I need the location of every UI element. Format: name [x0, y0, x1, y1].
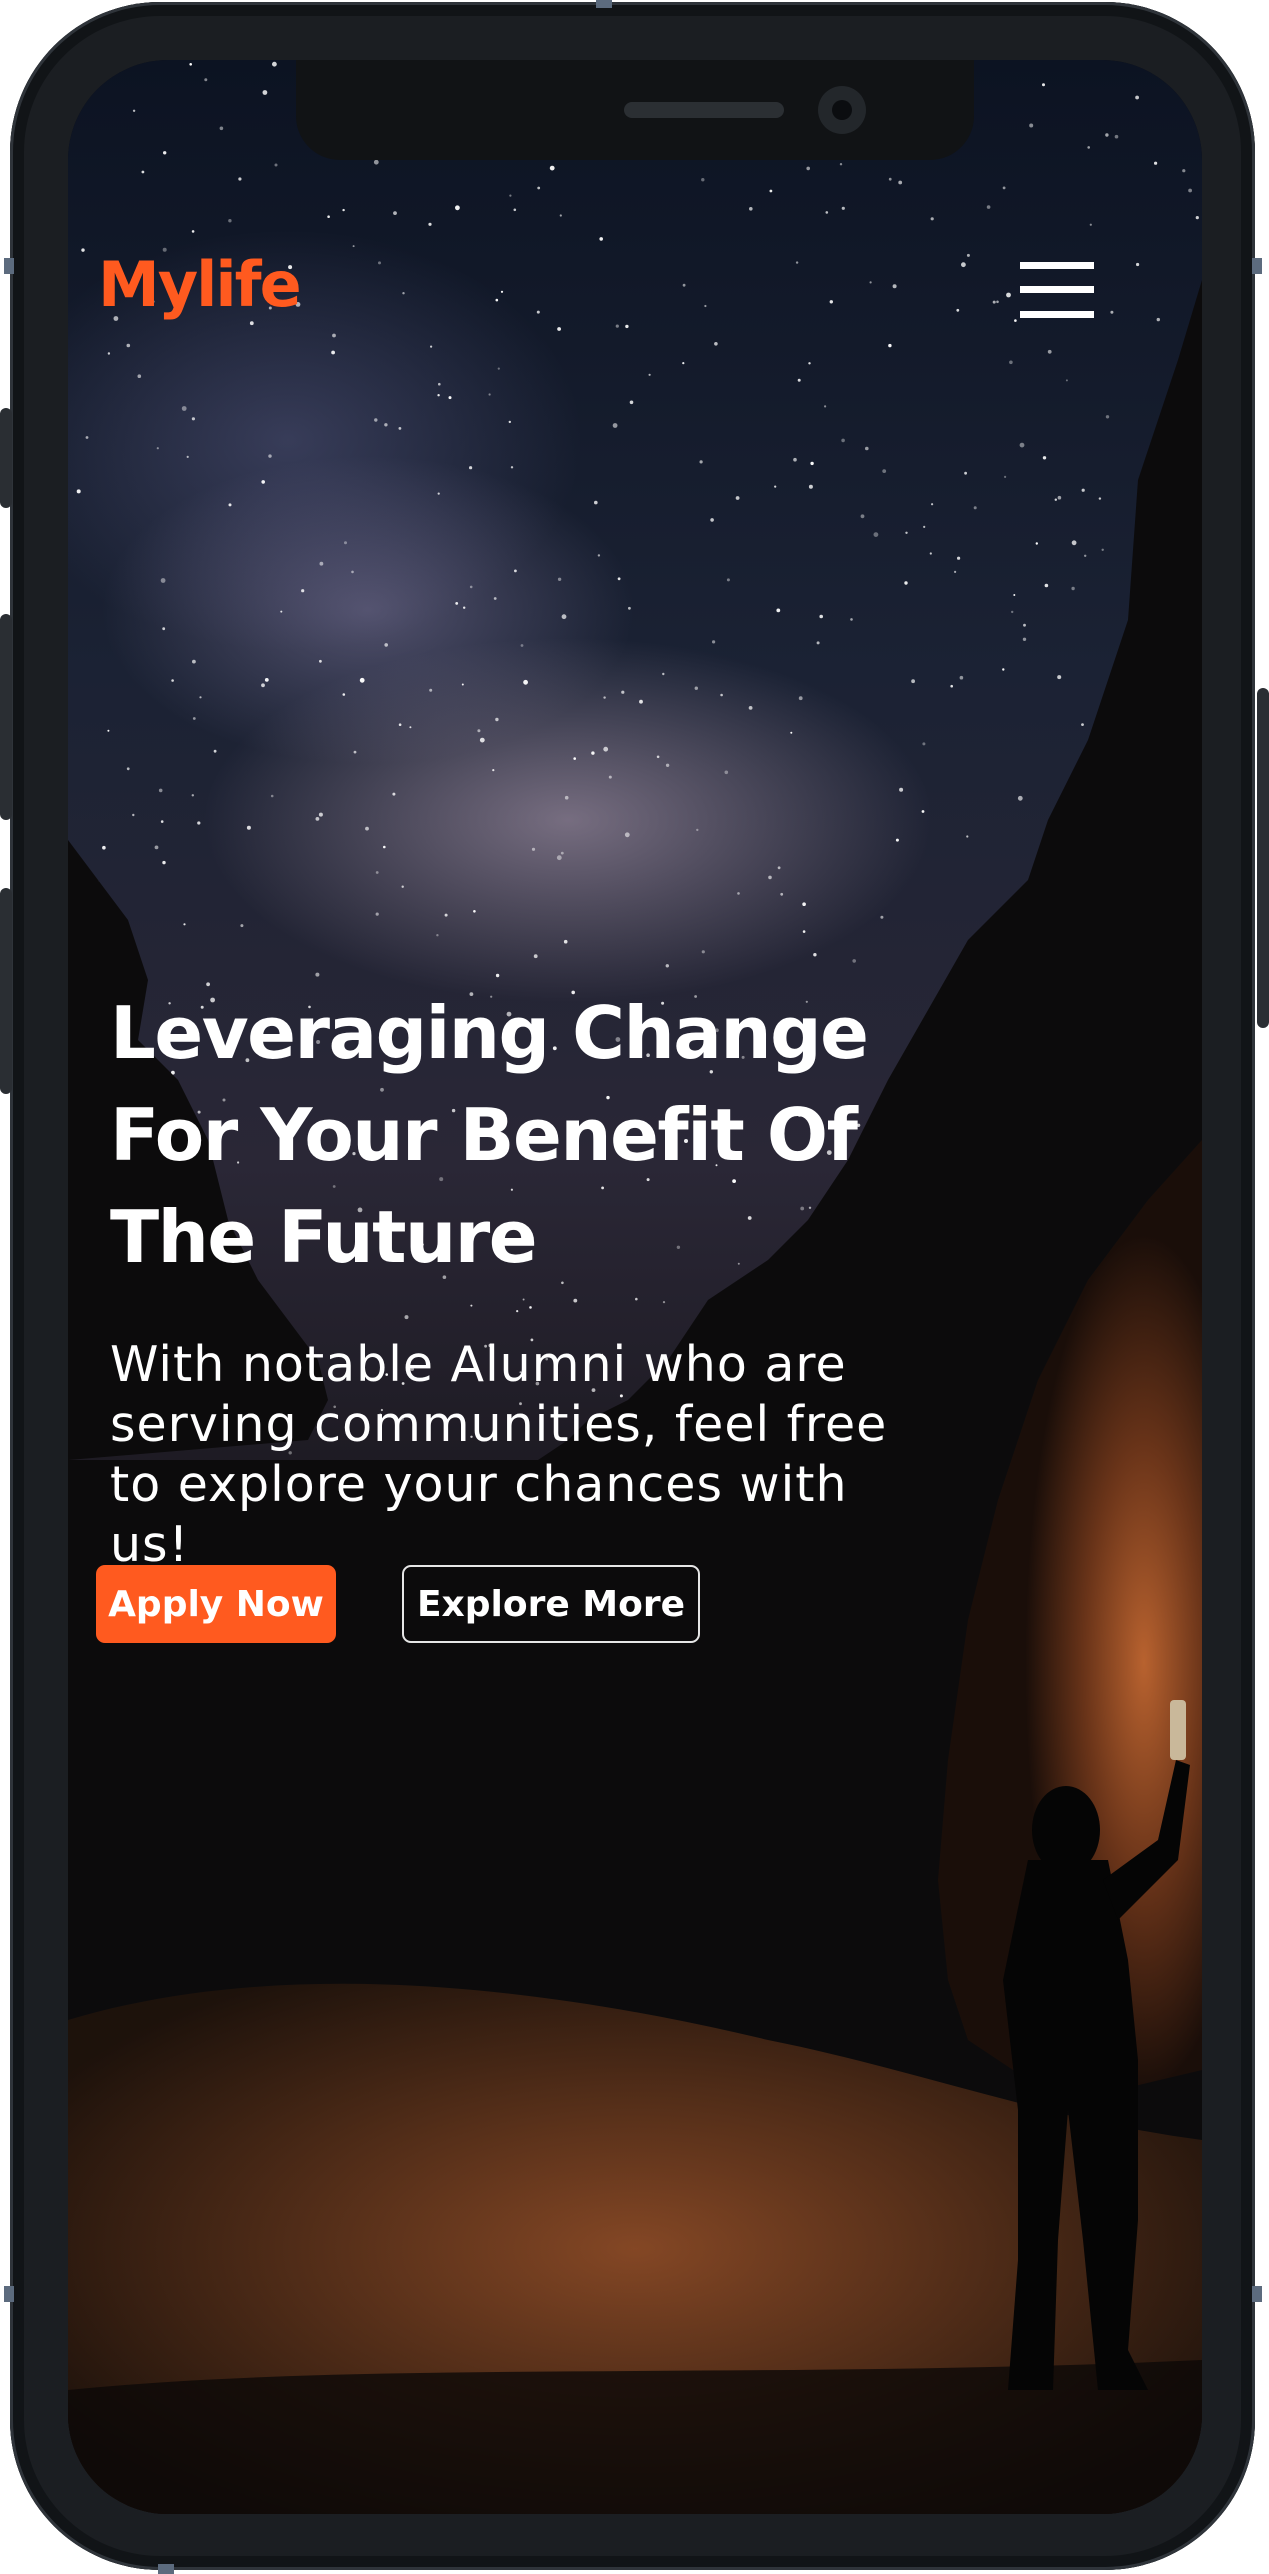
- volume-up-button: [0, 614, 12, 820]
- front-camera-icon: [818, 86, 866, 134]
- frame-antenna-mark: [4, 258, 14, 274]
- brand-logo[interactable]: Mylife: [98, 248, 302, 321]
- headline-line: Leveraging Change: [110, 991, 869, 1075]
- frame-antenna-mark: [1252, 258, 1262, 274]
- frame-antenna-mark: [1252, 2286, 1262, 2302]
- frame-antenna-mark: [4, 2286, 14, 2302]
- speaker-grille: [624, 102, 784, 118]
- apply-now-button[interactable]: Apply Now: [96, 1565, 336, 1643]
- frame-antenna-mark: [158, 2564, 174, 2574]
- mute-switch: [0, 408, 12, 508]
- app-screen: Mylife Leveraging Change For Your Benefi…: [68, 60, 1202, 2514]
- frame-antenna-mark: [596, 0, 612, 8]
- headline-line: The Future: [110, 1195, 538, 1279]
- power-button: [1257, 688, 1269, 1028]
- headline-line: For Your Benefit Of: [110, 1093, 858, 1177]
- hero-subtext: With notable Alumni who are serving comm…: [110, 1336, 888, 1573]
- volume-down-button: [0, 888, 12, 1094]
- notch: [296, 60, 974, 160]
- explore-more-button[interactable]: Explore More: [402, 1565, 700, 1643]
- hamburger-menu-icon[interactable]: [1020, 262, 1094, 318]
- hero-headline: Leveraging Change For Your Benefit Of Th…: [110, 982, 900, 1288]
